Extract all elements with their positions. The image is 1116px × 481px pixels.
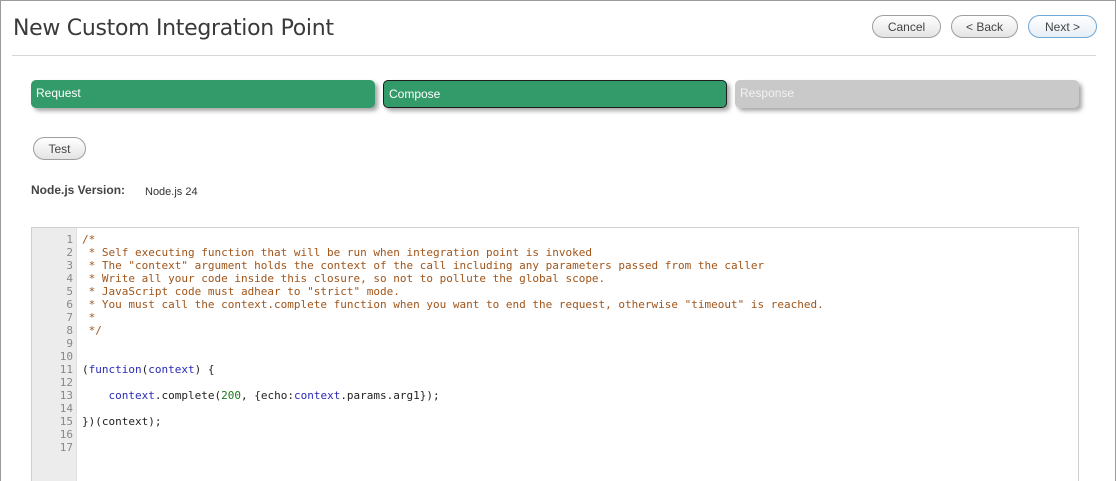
- test-button[interactable]: Test: [33, 137, 86, 160]
- line-number: 14: [59, 402, 73, 415]
- code-line[interactable]: 10: [32, 350, 1078, 363]
- line-number: 4: [66, 272, 73, 285]
- code-line[interactable]: 12: [32, 376, 1078, 389]
- code-token: context: [293, 389, 341, 402]
- runtime-version-label: Node.js Version:: [31, 183, 126, 197]
- code-token: 200: [221, 389, 241, 402]
- code-line[interactable]: 13 context.complete(200, {echo:context.p…: [32, 389, 1078, 402]
- code-line[interactable]: 8 */: [32, 324, 1078, 337]
- line-number: 11: [59, 363, 73, 376]
- code-token: * The "context" argument holds the conte…: [82, 259, 765, 272]
- code-line[interactable]: 16: [32, 428, 1078, 441]
- code-line[interactable]: 15 })(context);: [32, 415, 1078, 428]
- code-text: (function(context) {: [82, 363, 214, 376]
- code-line[interactable]: 11 (function(context) {: [32, 363, 1078, 376]
- code-line[interactable]: 6 * You must call the context.complete f…: [32, 298, 1078, 311]
- code-token: .params.arg1});: [340, 389, 440, 402]
- code-line[interactable]: 4 * Write all your code inside this clos…: [32, 272, 1078, 285]
- code-token: ) {: [194, 363, 215, 376]
- code-text: * JavaScript code must adhear to "strict…: [82, 285, 400, 298]
- code-token: * You must call the context.complete fun…: [82, 298, 824, 311]
- line-number: 16: [59, 428, 73, 441]
- runtime-version-value: Node.js 24: [145, 186, 198, 198]
- code-token: context: [148, 363, 195, 376]
- line-number: 13: [59, 389, 73, 402]
- code-token: /*: [82, 233, 96, 246]
- code-text: context.complete(200, {echo:context.para…: [82, 389, 440, 402]
- code-line[interactable]: 14: [32, 402, 1078, 415]
- code-text: /*: [82, 233, 95, 246]
- line-number: 6: [66, 298, 73, 311]
- page-header: New Custom Integration Point Cancel < Ba…: [12, 15, 1097, 56]
- code-token: })(context);: [82, 415, 162, 428]
- line-number: 8: [66, 324, 73, 337]
- code-token: function: [88, 363, 142, 376]
- back-button[interactable]: < Back: [951, 15, 1018, 38]
- line-number: 12: [59, 376, 73, 389]
- code-editor[interactable]: 1/* 2 * Self executing function that will…: [31, 227, 1079, 481]
- code-text: })(context);: [82, 415, 161, 428]
- code-line[interactable]: 2 * Self executing function that will be…: [32, 246, 1078, 259]
- line-number: 10: [59, 350, 73, 363]
- code-text: * Write all your code inside this closur…: [82, 272, 606, 285]
- line-number: 7: [66, 311, 73, 324]
- line-number: 1: [66, 233, 73, 246]
- code-line[interactable]: 7 *: [32, 311, 1078, 324]
- code-line[interactable]: 3 * The "context" argument holds the con…: [32, 259, 1078, 272]
- code-token: */: [82, 324, 102, 337]
- line-number: 2: [66, 246, 73, 259]
- code-line[interactable]: 17: [32, 441, 1078, 454]
- code-token: , {echo:: [240, 389, 294, 402]
- code-token: context: [108, 389, 155, 402]
- line-number: 15: [59, 415, 73, 428]
- code-token: * JavaScript code must adhear to "strict…: [82, 285, 400, 298]
- window-frame: New Custom Integration Point Cancel < Ba…: [0, 0, 1116, 481]
- line-number: 3: [66, 259, 73, 272]
- code-text: */: [82, 324, 102, 337]
- code-token: .complete(: [154, 389, 222, 402]
- code-text: *: [82, 311, 96, 324]
- step-request[interactable]: Request: [31, 80, 375, 108]
- page-title: New Custom Integration Point: [13, 16, 334, 41]
- step-response: Response: [735, 80, 1079, 108]
- code-token: * Write all your code inside this closur…: [82, 272, 606, 285]
- line-number: 9: [66, 337, 73, 350]
- code-token: *: [82, 311, 96, 324]
- code-text: * The "context" argument holds the conte…: [82, 259, 765, 272]
- code-line[interactable]: 5 * JavaScript code must adhear to "stri…: [32, 285, 1078, 298]
- code-token: * Self executing function that will be r…: [82, 246, 592, 259]
- code-text: * Self executing function that will be r…: [82, 246, 592, 259]
- cancel-button[interactable]: Cancel: [872, 15, 941, 38]
- line-number: 5: [66, 285, 73, 298]
- step-compose[interactable]: Compose: [383, 80, 727, 108]
- line-number: 17: [59, 441, 73, 454]
- next-button[interactable]: Next >: [1028, 15, 1097, 38]
- code-line[interactable]: 1 /*: [32, 233, 1078, 246]
- code-token: (: [82, 363, 89, 376]
- code-line[interactable]: 9: [32, 337, 1078, 350]
- code-text: * You must call the context.complete fun…: [82, 298, 824, 311]
